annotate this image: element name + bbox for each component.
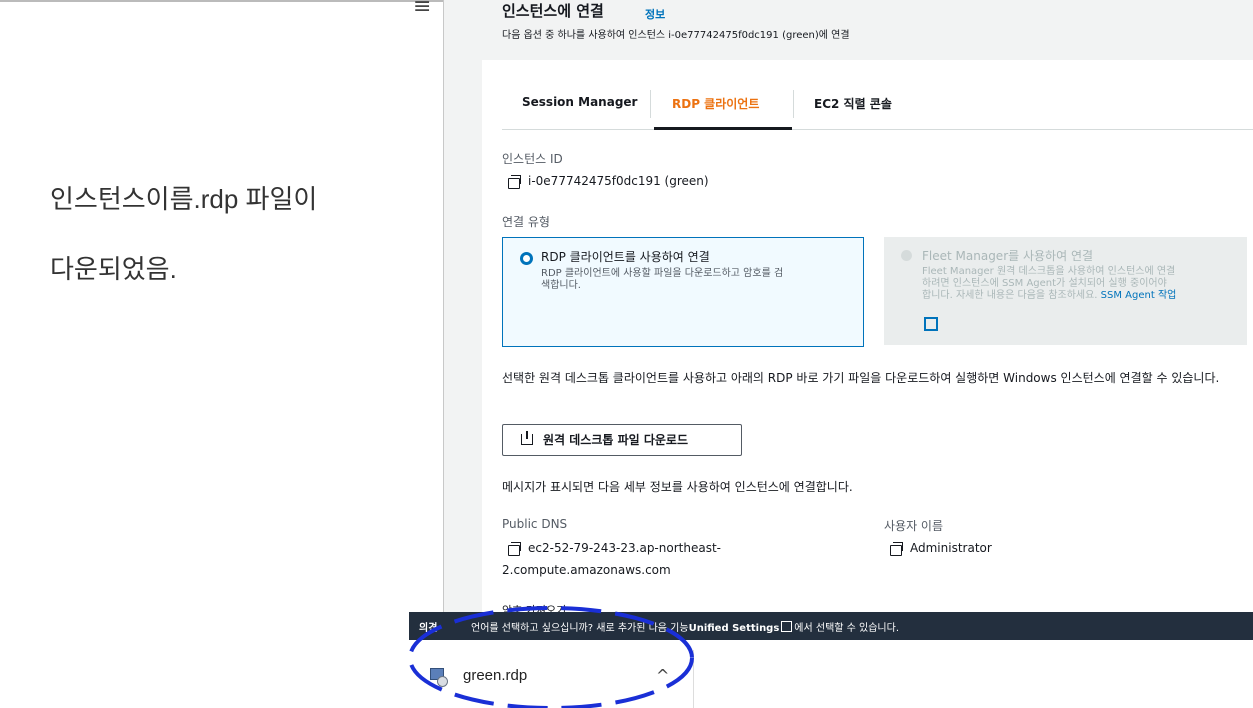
option-fleet-desc: Fleet Manager 원격 데스크톱을 사용하여 인스턴스에 연결 하려면… bbox=[922, 266, 1176, 302]
instance-id-label: 인스턴스 ID bbox=[502, 152, 563, 166]
feedback-text-start: 언어를 선택하고 싶으십니까? 새로 추가된 다음 기능 bbox=[471, 623, 689, 634]
connection-type-label: 연결 유형 bbox=[502, 215, 550, 229]
tab-session-manager[interactable]: Session Manager bbox=[522, 95, 637, 109]
radio-selected-icon[interactable] bbox=[520, 252, 533, 265]
annotation-line-1: 인스턴스이름.rdp 파일이 bbox=[50, 184, 318, 214]
copy-icon[interactable] bbox=[508, 542, 521, 556]
username-value: Administrator bbox=[910, 541, 992, 555]
tab-separator bbox=[650, 90, 651, 118]
option-fleet-manager[interactable]: Fleet Manager를 사용하여 연결 Fleet Manager 원격 … bbox=[884, 237, 1247, 345]
download-icon bbox=[521, 431, 533, 445]
feedback-text-end: 에서 선택할 수 있습니다. bbox=[794, 623, 900, 634]
instance-id-value: i-0e77742475f0dc191 (green) bbox=[528, 174, 709, 188]
option-rdp-desc-line-1: RDP 클라이언트에 사용할 파일을 다운로드하고 암호를 검 bbox=[541, 268, 784, 279]
public-dns-value-line-1: ec2-52-79-243-23.ap-northeast- bbox=[528, 541, 721, 555]
option-rdp-desc: RDP 클라이언트에 사용할 파일을 다운로드하고 암호를 검 색합니다. bbox=[541, 268, 783, 292]
tab-separator bbox=[793, 90, 794, 118]
public-dns-value-line-2: 2.compute.amazonaws.com bbox=[502, 563, 671, 577]
option-fleet-desc-line-2: 하려면 인스턴스에 SSM Agent가 설치되어 실행 중이어야 bbox=[922, 278, 1167, 289]
feedback-bar: 의견 언어를 선택하고 싶으십니까? 새로 추가된 다음 기능Unified S… bbox=[409, 612, 1253, 640]
ssm-agent-link[interactable]: SSM Agent 작업 bbox=[1101, 290, 1177, 301]
option-rdp-desc-line-2: 색합니다. bbox=[541, 280, 581, 291]
feedback-link[interactable]: 의견 bbox=[419, 619, 437, 634]
download-button-label: 원격 데스크톱 파일 다운로드 bbox=[543, 433, 689, 447]
copy-icon[interactable] bbox=[890, 542, 903, 556]
radio-disabled-icon bbox=[901, 250, 912, 261]
console-gutter bbox=[444, 0, 482, 612]
page-title: 인스턴스에 연결 bbox=[502, 2, 604, 20]
download-rdp-file-button[interactable]: 원격 데스크톱 파일 다운로드 bbox=[502, 424, 742, 456]
tab-bar-line bbox=[502, 129, 1253, 130]
feedback-message: 언어를 선택하고 싶으십니까? 새로 추가된 다음 기능Unified Sett… bbox=[471, 619, 899, 634]
option-fleet-title: Fleet Manager를 사용하여 연결 bbox=[922, 249, 1094, 263]
page-subtitle: 다음 옵션 중 하나를 사용하여 인스턴스 i-0e77742475f0dc19… bbox=[502, 30, 850, 41]
tab-rdp-client[interactable]: RDP 클라이언트 bbox=[672, 95, 759, 112]
copy-icon[interactable] bbox=[508, 175, 521, 189]
menu-icon[interactable]: ≡ bbox=[413, 0, 431, 19]
public-dns-label: Public DNS bbox=[502, 517, 568, 531]
unified-settings-link[interactable]: Unified Settings bbox=[689, 623, 780, 634]
downloaded-file-name[interactable]: green.rdp bbox=[463, 667, 527, 684]
chevron-up-icon[interactable]: ^ bbox=[656, 666, 669, 685]
option-fleet-desc-line-3: 합니다. 자세한 내용은 다음을 참조하세요. bbox=[922, 290, 1098, 301]
option-rdp-title: RDP 클라이언트를 사용하여 연결 bbox=[541, 250, 710, 264]
rdp-description: 선택한 원격 데스크톱 클라이언트를 사용하고 아래의 RDP 바로 가기 파일… bbox=[502, 371, 1220, 385]
tab-ec2-serial-console[interactable]: EC2 직렬 콘솔 bbox=[814, 95, 892, 112]
external-link-icon bbox=[781, 621, 793, 632]
rdp-file-icon-badge bbox=[437, 676, 448, 687]
shelf-separator bbox=[693, 650, 694, 708]
option-fleet-desc-line-1: Fleet Manager 원격 데스크톱을 사용하여 인스턴스에 연결 bbox=[922, 266, 1176, 277]
annotation-line-2: 다운되었음. bbox=[50, 254, 177, 284]
external-link-icon[interactable] bbox=[924, 317, 938, 331]
annotation-note: 인스턴스이름.rdp 파일이 다운되었음. bbox=[50, 164, 317, 304]
connect-message: 메시지가 표시되면 다음 세부 정보를 사용하여 인스턴스에 연결합니다. bbox=[502, 480, 853, 494]
option-rdp-client[interactable]: RDP 클라이언트를 사용하여 연결 RDP 클라이언트에 사용할 파일을 다운… bbox=[502, 237, 864, 347]
username-label: 사용자 이름 bbox=[884, 519, 944, 533]
active-tab-indicator bbox=[654, 127, 792, 130]
info-link[interactable]: 정보 bbox=[645, 6, 665, 22]
download-shelf bbox=[409, 640, 1253, 708]
